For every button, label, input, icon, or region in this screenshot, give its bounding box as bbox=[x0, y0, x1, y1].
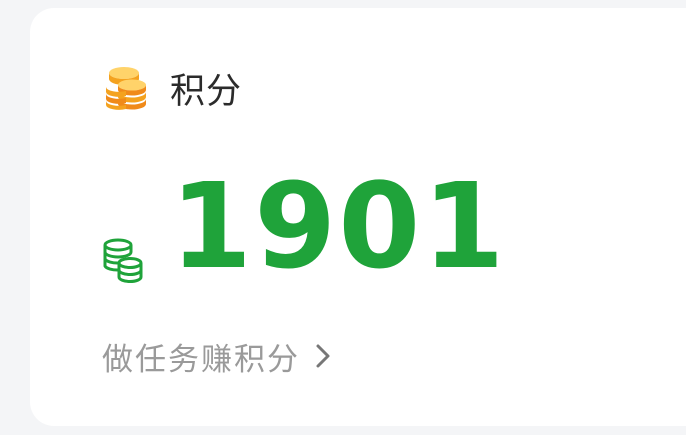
chevron-right-icon bbox=[314, 343, 332, 369]
points-card: 积分 1901 做任务赚积分 bbox=[30, 8, 686, 426]
earn-points-label: 做任务赚积分 bbox=[102, 341, 300, 378]
coins-stack-outline-icon bbox=[102, 238, 144, 284]
earn-points-link[interactable]: 做任务赚积分 bbox=[102, 336, 332, 378]
points-card-title: 积分 bbox=[170, 71, 243, 112]
points-card-header: 积分 bbox=[104, 60, 242, 116]
points-value: 1901 bbox=[170, 157, 507, 295]
coins-stack-icon bbox=[104, 65, 150, 111]
